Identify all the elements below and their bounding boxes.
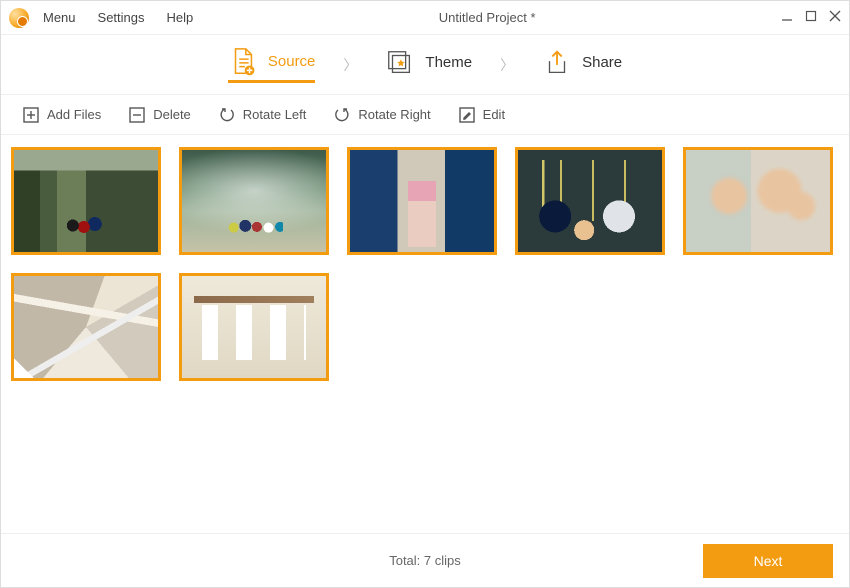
minus-box-icon (129, 107, 145, 123)
menu-settings[interactable]: Settings (98, 10, 145, 25)
document-plus-icon (228, 46, 258, 76)
rotate-right-label: Rotate Right (358, 107, 430, 122)
image-icon (182, 150, 326, 252)
clip-thumbnail[interactable] (179, 273, 329, 381)
tab-theme[interactable]: Theme (385, 48, 472, 82)
clip-thumbnail[interactable] (179, 147, 329, 255)
clip-grid (1, 135, 849, 533)
tab-share-label: Share (582, 54, 622, 71)
tab-source[interactable]: Source (228, 46, 316, 83)
close-icon[interactable] (829, 10, 841, 25)
title-bar: Menu Settings Help Untitled Project * (1, 1, 849, 35)
tab-source-label: Source (268, 53, 316, 70)
clip-thumbnail[interactable] (515, 147, 665, 255)
add-files-label: Add Files (47, 107, 101, 122)
next-button-label: Next (754, 553, 783, 569)
app-logo-icon (9, 8, 29, 28)
step-tabs: Source 〉 Theme 〉 Share (1, 35, 849, 95)
chevron-right-icon: 〉 (343, 55, 357, 75)
clip-count-label: Total: 7 clips (389, 553, 461, 568)
image-icon (182, 276, 326, 378)
project-title: Untitled Project * (193, 10, 781, 25)
plus-box-icon (23, 107, 39, 123)
image-icon (350, 150, 494, 252)
image-icon (14, 276, 158, 378)
menu-menu[interactable]: Menu (43, 10, 76, 25)
tab-theme-label: Theme (425, 54, 472, 71)
maximize-icon[interactable] (805, 10, 817, 25)
edit-pencil-icon (459, 107, 475, 123)
image-icon (518, 150, 662, 252)
window-controls (781, 10, 841, 25)
image-icon (14, 150, 158, 252)
tab-share[interactable]: Share (542, 48, 622, 82)
clip-thumbnail[interactable] (347, 147, 497, 255)
rotate-right-icon (334, 107, 350, 123)
rotate-left-icon (219, 107, 235, 123)
rotate-left-label: Rotate Left (243, 107, 307, 122)
edit-label: Edit (483, 107, 505, 122)
delete-button[interactable]: Delete (129, 107, 191, 123)
rotate-left-button[interactable]: Rotate Left (219, 107, 307, 123)
clip-thumbnail[interactable] (683, 147, 833, 255)
chevron-right-icon: 〉 (500, 55, 514, 75)
edit-button[interactable]: Edit (459, 107, 505, 123)
toolbar: Add Files Delete Rotate Left Rotate Righ… (1, 95, 849, 135)
theme-stack-icon (385, 48, 415, 78)
rotate-right-button[interactable]: Rotate Right (334, 107, 430, 123)
share-export-icon (542, 48, 572, 78)
menu-bar: Menu Settings Help (43, 10, 193, 25)
add-files-button[interactable]: Add Files (23, 107, 101, 123)
clip-thumbnail[interactable] (11, 147, 161, 255)
image-icon (686, 150, 830, 252)
next-button[interactable]: Next (703, 544, 833, 578)
delete-label: Delete (153, 107, 191, 122)
footer-bar: Total: 7 clips Next (1, 533, 849, 587)
clip-thumbnail[interactable] (11, 273, 161, 381)
menu-help[interactable]: Help (167, 10, 194, 25)
minimize-icon[interactable] (781, 10, 793, 25)
